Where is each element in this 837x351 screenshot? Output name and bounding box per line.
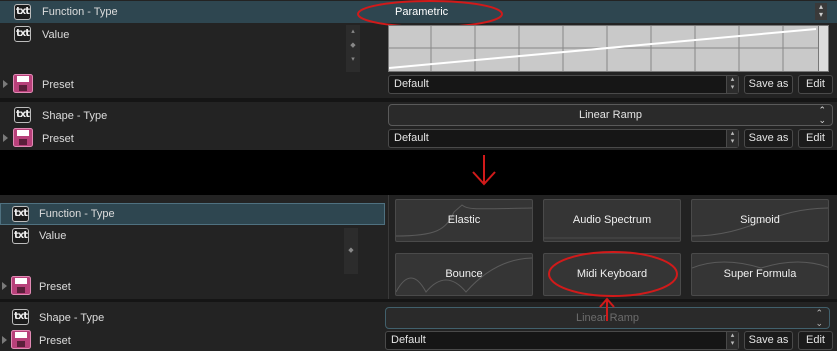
- annotation-ellipse: [548, 251, 678, 297]
- section-divider: [0, 299, 837, 302]
- shape-type-label: Shape - Type: [39, 312, 105, 324]
- shape-preset-spin[interactable]: ▴ ▾: [726, 130, 738, 147]
- section-divider: [0, 98, 837, 102]
- tile-label: Bounce: [445, 268, 483, 280]
- txt-icon: txt: [14, 107, 31, 123]
- tile-super-formula[interactable]: Super Formula: [691, 253, 829, 296]
- preset-spin[interactable]: ▴ ▾: [726, 76, 738, 93]
- preset-icon: [11, 276, 31, 295]
- expand-arrow-icon[interactable]: [3, 80, 8, 88]
- shape-edit-button[interactable]: Edit: [798, 129, 833, 148]
- chevron-updown-icon: ⌃ ⌄: [818, 105, 826, 125]
- shape-preset-label: Preset: [42, 133, 74, 145]
- shape-type-value: Linear Ramp: [579, 109, 642, 121]
- tile-label: Elastic: [447, 214, 481, 226]
- save-as-button[interactable]: Save as: [744, 331, 793, 350]
- preset-select[interactable]: Default: [388, 75, 739, 94]
- shape-preset-spin[interactable]: ▴ ▾: [726, 332, 738, 349]
- txt-icon: txt: [12, 228, 29, 244]
- function-dropdown-arrow[interactable]: ▴ ▾: [815, 3, 827, 20]
- tile-bounce[interactable]: Bounce: [395, 253, 533, 296]
- shape-preset-label: Preset: [39, 335, 71, 347]
- function-type-label: Function - Type: [42, 6, 118, 18]
- tile-label: Audio Spectrum: [572, 214, 652, 226]
- shape-preset-value: Default: [394, 132, 429, 144]
- shape-type-dropdown[interactable]: Linear Ramp ⌃ ⌄: [388, 104, 833, 126]
- txt-icon: txt: [12, 206, 29, 222]
- graph-scale-bar: [818, 26, 828, 71]
- shape-preset-value: Default: [391, 334, 426, 346]
- expand-arrow-icon[interactable]: [2, 282, 7, 290]
- tile-label: Sigmoid: [740, 214, 780, 226]
- expand-arrow-icon[interactable]: [3, 134, 8, 142]
- tile-audio-spectrum[interactable]: Audio Spectrum: [543, 199, 681, 242]
- preset-icon: [13, 74, 33, 93]
- shape-type-label: Shape - Type: [42, 110, 108, 122]
- annotation-down-arrow: [472, 155, 496, 186]
- txt-icon: txt: [12, 309, 29, 325]
- preset-label: Preset: [42, 79, 74, 91]
- function-type-label: Function - Type: [39, 208, 115, 220]
- curve-graph-svg: [388, 26, 828, 71]
- tile-sigmoid[interactable]: Sigmoid: [691, 199, 829, 242]
- preset-icon: [13, 128, 33, 147]
- curve-graph[interactable]: [388, 25, 829, 72]
- txt-icon: txt: [14, 26, 31, 42]
- preset-icon: [11, 330, 31, 349]
- expand-arrow-icon[interactable]: [2, 336, 7, 344]
- preset-value: Default: [394, 78, 429, 90]
- edit-button[interactable]: Edit: [798, 75, 833, 94]
- value-scrollbar[interactable]: ◆: [344, 228, 358, 274]
- shape-preset-select[interactable]: Default: [388, 129, 739, 148]
- edit-button[interactable]: Edit: [798, 331, 833, 350]
- tile-label: Super Formula: [723, 268, 797, 280]
- tile-elastic[interactable]: Elastic: [395, 199, 533, 242]
- value-label: Value: [42, 29, 70, 41]
- txt-icon: txt: [14, 4, 31, 20]
- value-label: Value: [39, 230, 67, 242]
- preset-label: Preset: [39, 281, 71, 293]
- save-as-button[interactable]: Save as: [744, 75, 793, 94]
- chevron-updown-icon: ⌃ ⌄: [815, 308, 823, 328]
- shape-preset-select[interactable]: Default: [385, 331, 739, 350]
- top-panel: txt Function - Type Parametric ▴ ▾ txt Va…: [0, 0, 837, 150]
- annotation-up-arrow: [599, 297, 615, 321]
- value-scrollbar[interactable]: ▴ ◆ ▾: [346, 25, 360, 72]
- shape-save-as-button[interactable]: Save as: [744, 129, 793, 148]
